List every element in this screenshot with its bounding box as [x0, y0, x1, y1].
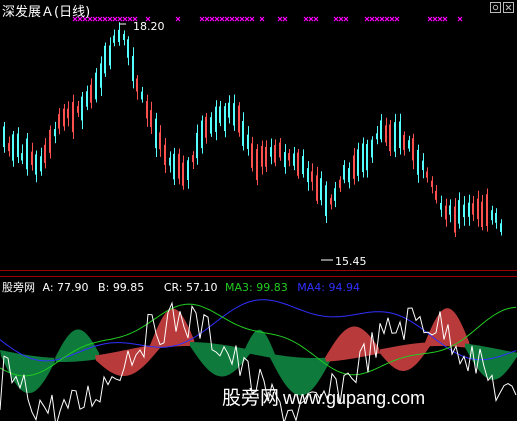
b-label: B: — [98, 281, 110, 294]
indicator-name: 股旁网 — [2, 281, 35, 294]
watermark-text: 股旁网 — [222, 387, 280, 409]
ma3-value: 99.83 — [256, 281, 288, 294]
b-value: 99.85 — [112, 281, 145, 294]
ma4-value: 94.94 — [328, 281, 360, 294]
ma3-label: MA3: — [225, 281, 253, 294]
indicator-band — [55, 329, 100, 362]
a-label: A: — [42, 281, 54, 294]
watermark: 股旁网 www.gupang.com — [222, 383, 425, 410]
indicator-band — [325, 326, 380, 362]
a-value: 77.90 — [57, 281, 89, 294]
chart-window: 18.20 15.45 深发展Ａ(日线) 股旁网 A: 77.90 B: 99.8… — [0, 0, 517, 421]
cr-value: 57.10 — [186, 281, 218, 294]
indicator-legend: 股旁网 A: 77.90 B: 99.85 CR: 57.10 MA3: 99.… — [2, 279, 360, 295]
indicator-band — [95, 344, 160, 377]
indicator-band — [150, 308, 195, 350]
ma4-label: MA4: — [297, 281, 325, 294]
watermark-url: www.gupang.com — [283, 388, 426, 408]
cr-label: CR: — [163, 281, 183, 294]
indicator-panel[interactable] — [0, 0, 517, 421]
